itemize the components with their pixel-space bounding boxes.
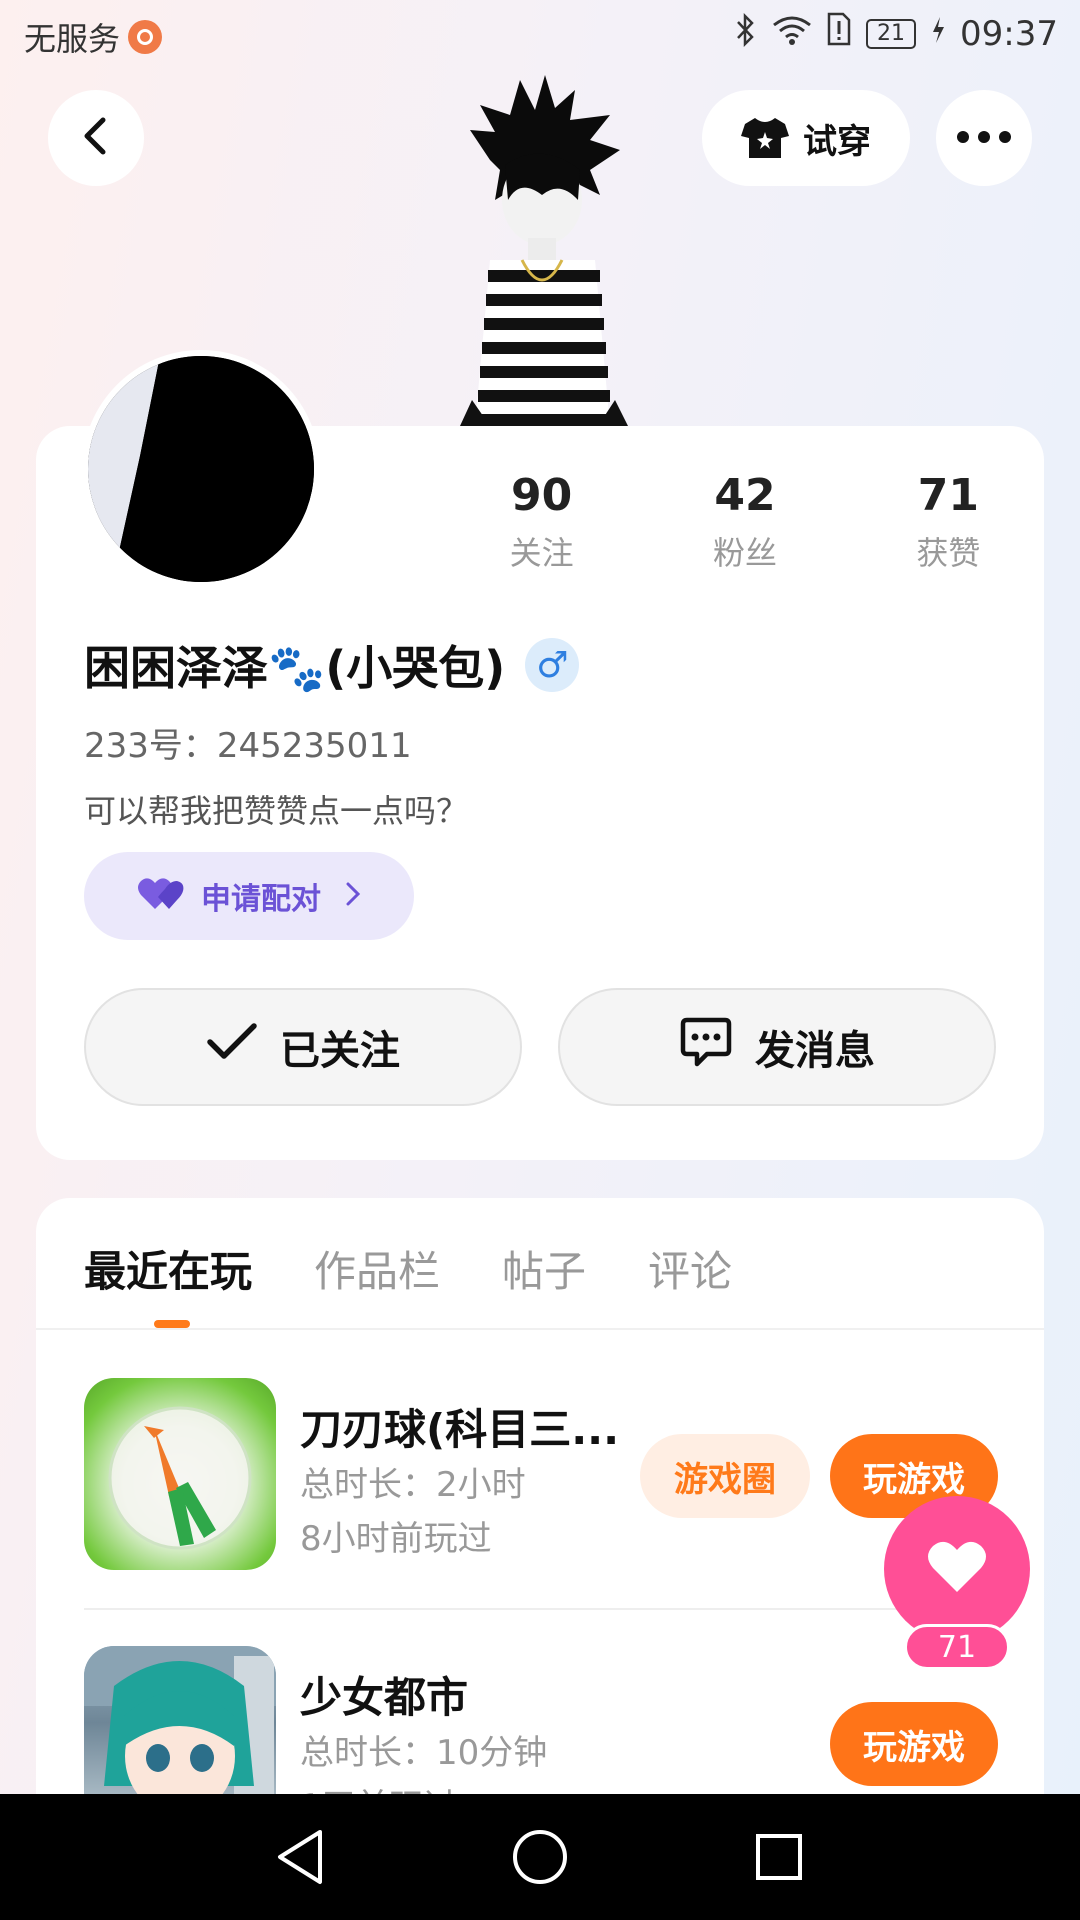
row-divider bbox=[84, 1608, 996, 1610]
avatar-image bbox=[88, 356, 314, 582]
content-card: 最近在玩 作品栏 帖子 评论 刀刃球(科目三... 总时长：2小时 8小时前玩过… bbox=[36, 1198, 1044, 1798]
try-on-label: 试穿 bbox=[803, 121, 871, 162]
stat-likes[interactable]: 71 获赞 bbox=[847, 466, 1050, 576]
status-left: 无服务 bbox=[24, 14, 163, 60]
try-on-button[interactable]: 试穿 bbox=[702, 90, 910, 186]
username: 困困泽泽🐾(小哭包) bbox=[84, 641, 506, 695]
game-row[interactable]: 少女都市 总时长：10分钟 1天前玩过 玩游戏 bbox=[84, 1646, 998, 1798]
fans-count: 42 bbox=[714, 470, 776, 521]
nav-back-button[interactable] bbox=[268, 1824, 334, 1890]
game-circle-button[interactable]: 游戏圈 bbox=[640, 1434, 810, 1518]
game-title: 少女都市 bbox=[300, 1673, 469, 1722]
apply-pair-button[interactable]: 申请配对 bbox=[84, 852, 414, 940]
tabs-divider bbox=[36, 1328, 1044, 1330]
tab-posts[interactable]: 帖子 bbox=[502, 1238, 586, 1299]
likes-count: 71 bbox=[917, 470, 979, 521]
heart-icon bbox=[927, 1540, 987, 1598]
game-row[interactable]: 刀刃球(科目三... 总时长：2小时 8小时前玩过 游戏圈 玩游戏 bbox=[84, 1378, 998, 1578]
nav-recents-button[interactable] bbox=[746, 1824, 812, 1890]
battery-icon: 21 bbox=[866, 18, 917, 49]
charging-icon bbox=[930, 14, 946, 54]
chevron-left-icon bbox=[79, 116, 113, 160]
game-duration: 总时长：2小时 bbox=[300, 1465, 526, 1505]
game-title: 刀刃球(科目三... bbox=[300, 1405, 620, 1454]
tab-recently-played[interactable]: 最近在玩 bbox=[84, 1238, 252, 1328]
tab-bar: 最近在玩 作品栏 帖子 评论 bbox=[84, 1238, 732, 1328]
game-last-played: 8小时前玩过 bbox=[300, 1519, 492, 1559]
like-count-badge: 71 bbox=[904, 1624, 1010, 1670]
following-count: 90 bbox=[511, 470, 573, 521]
avatar[interactable] bbox=[82, 350, 320, 588]
wifi-icon bbox=[772, 14, 812, 54]
game-thumbnail[interactable] bbox=[84, 1378, 276, 1570]
stat-fans[interactable]: 42 粉丝 bbox=[643, 466, 846, 576]
likes-label: 获赞 bbox=[916, 534, 981, 572]
double-heart-icon bbox=[137, 873, 187, 919]
game-duration: 总时长：10分钟 bbox=[300, 1733, 548, 1773]
followed-label: 已关注 bbox=[280, 1028, 400, 1074]
play-game-button[interactable]: 玩游戏 bbox=[830, 1702, 998, 1786]
game-meta: 总时长：2小时 8小时前玩过 bbox=[300, 1458, 526, 1566]
fans-label: 粉丝 bbox=[712, 534, 777, 572]
more-button[interactable] bbox=[936, 90, 1032, 186]
status-bar: 无服务 21 09:37 bbox=[0, 0, 1080, 76]
checkmark-icon bbox=[206, 1022, 258, 1072]
game-meta: 总时长：10分钟 1天前玩过 bbox=[300, 1726, 547, 1798]
game-thumbnail[interactable] bbox=[84, 1646, 276, 1798]
username-row: 困困泽泽🐾(小哭包) ♂ bbox=[84, 632, 580, 698]
tab-works[interactable]: 作品栏 bbox=[314, 1238, 440, 1299]
chevron-right-icon bbox=[345, 877, 361, 915]
bluetooth-icon bbox=[734, 12, 758, 55]
followed-button[interactable]: 已关注 bbox=[84, 988, 522, 1106]
following-label: 关注 bbox=[509, 534, 574, 572]
sim-alert-icon bbox=[826, 12, 852, 55]
bio-text: 可以帮我把赞赞点一点吗？ bbox=[84, 792, 469, 830]
tab-comments[interactable]: 评论 bbox=[648, 1238, 732, 1299]
more-dots-icon bbox=[956, 129, 1012, 148]
nav-home-button[interactable] bbox=[507, 1824, 573, 1890]
chat-bubble-icon bbox=[679, 1016, 733, 1078]
tshirt-icon bbox=[741, 116, 789, 160]
gender-male-icon: ♂ bbox=[525, 638, 580, 692]
carrier-text: 无服务 bbox=[24, 20, 121, 58]
app-notification-icon bbox=[128, 20, 163, 54]
clock-text: 09:37 bbox=[960, 13, 1058, 54]
stat-following[interactable]: 90 关注 bbox=[440, 466, 643, 576]
send-message-button[interactable]: 发消息 bbox=[558, 988, 996, 1106]
like-button[interactable] bbox=[884, 1496, 1030, 1642]
user-id[interactable]: 233号：245235011 bbox=[84, 718, 412, 767]
send-message-label: 发消息 bbox=[755, 1028, 875, 1074]
profile-stats: 90 关注 42 粉丝 71 获赞 bbox=[440, 466, 1050, 576]
back-button[interactable] bbox=[48, 90, 144, 186]
status-right: 21 09:37 bbox=[734, 12, 1058, 55]
apply-pair-label: 申请配对 bbox=[201, 882, 321, 917]
avatar-figure[interactable] bbox=[450, 70, 640, 426]
system-nav-bar bbox=[0, 1794, 1080, 1920]
